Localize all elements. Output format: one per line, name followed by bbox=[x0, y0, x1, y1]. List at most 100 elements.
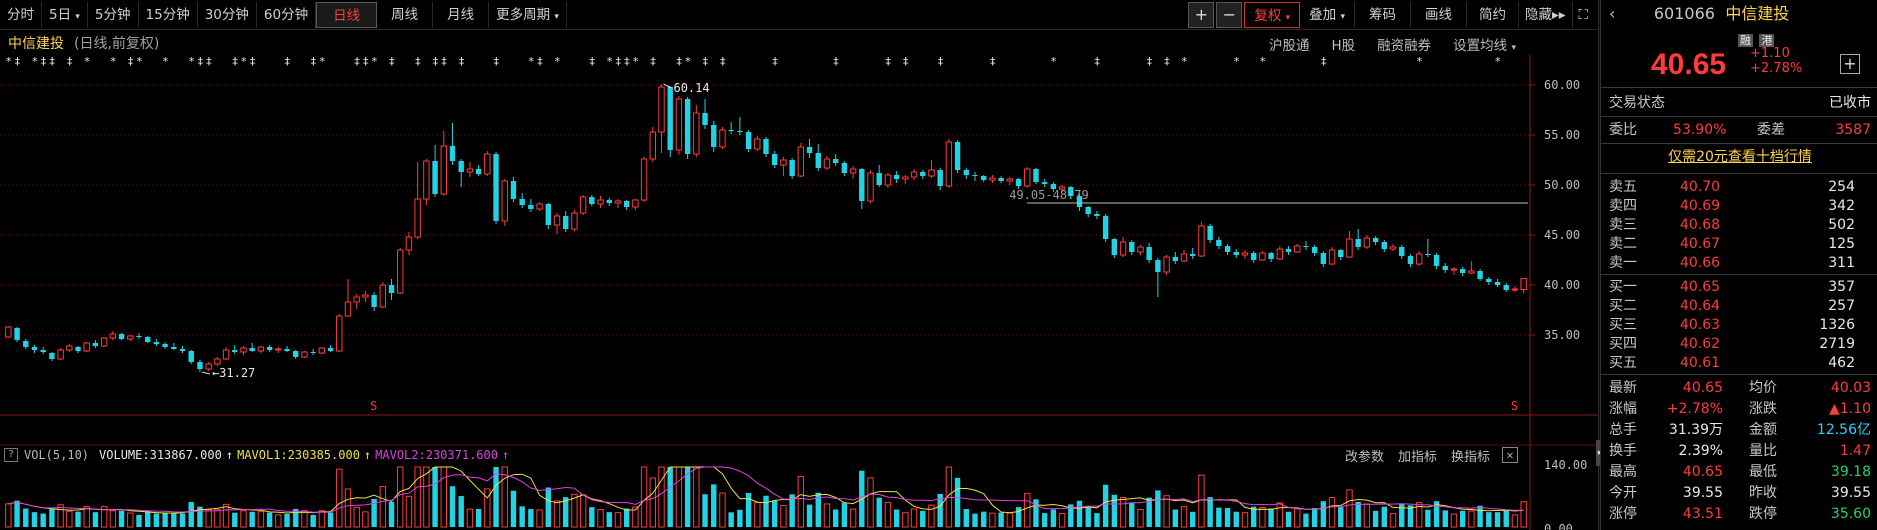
order-book-row[interactable]: 买五 40.61 462 bbox=[1609, 353, 1871, 373]
order-book-row[interactable]: 买一 40.65 357 bbox=[1609, 277, 1871, 297]
order-price: 40.61 bbox=[1680, 355, 1721, 371]
candle bbox=[458, 159, 464, 187]
ma-settings-link[interactable]: 设置均线 ▾ bbox=[1453, 34, 1516, 54]
volume-bar bbox=[1033, 499, 1039, 527]
tab-fenshi[interactable]: 分时 bbox=[0, 1, 42, 28]
stat-label: 换手 bbox=[1609, 443, 1637, 459]
add-watchlist-button[interactable]: + bbox=[1840, 54, 1860, 74]
order-book-row[interactable]: 买四 40.62 2719 bbox=[1609, 334, 1871, 354]
tab-more-periods[interactable]: 更多周期 ▾ bbox=[489, 1, 567, 28]
candle bbox=[1425, 239, 1431, 257]
candle bbox=[31, 345, 38, 353]
tab-5min[interactable]: 5分钟 bbox=[88, 1, 139, 28]
order-book-row[interactable]: 卖二 40.67 125 bbox=[1609, 234, 1871, 254]
volume-bar bbox=[1198, 474, 1205, 528]
stat-value: 35.60 bbox=[1830, 506, 1871, 522]
volume-bar bbox=[711, 484, 717, 527]
tab-weekly[interactable]: 周线 bbox=[377, 1, 434, 28]
fullscreen-button[interactable]: ⛶ bbox=[1573, 2, 1594, 28]
candle bbox=[1285, 246, 1292, 255]
tab-monthly[interactable]: 月线 bbox=[433, 1, 490, 28]
candle bbox=[1207, 224, 1213, 243]
event-marker: ‡ bbox=[702, 55, 709, 68]
order-book-row[interactable]: 卖五 40.70 254 bbox=[1609, 177, 1871, 197]
volume-bar bbox=[14, 500, 20, 527]
candle bbox=[1094, 211, 1100, 219]
event-marker: ‡ bbox=[493, 55, 500, 68]
tab-5day[interactable]: 5日 ▾ bbox=[42, 1, 88, 28]
volume-bar bbox=[162, 512, 168, 527]
back-icon[interactable]: ‹ bbox=[1609, 4, 1615, 23]
switch-indicator-link[interactable]: 换指标 bbox=[1451, 446, 1490, 465]
change-params-link[interactable]: 改参数 bbox=[1345, 446, 1384, 465]
candle bbox=[293, 350, 299, 359]
order-book-row[interactable]: 买二 40.64 257 bbox=[1609, 296, 1871, 316]
simple-button[interactable]: 简约 bbox=[1467, 2, 1519, 28]
order-book-row[interactable]: 卖三 40.68 502 bbox=[1609, 215, 1871, 235]
volume-bar bbox=[414, 466, 421, 528]
volume-bar bbox=[579, 494, 587, 528]
h-share-link[interactable]: H股 bbox=[1332, 34, 1356, 54]
candle bbox=[1241, 250, 1249, 259]
candle bbox=[884, 173, 892, 188]
candle bbox=[1494, 279, 1501, 287]
stat-label: 涨停 bbox=[1609, 506, 1637, 522]
quote-stat-row: 换手 2.39% 量比 1.47 bbox=[1609, 441, 1871, 461]
margin-trading-link[interactable]: 融资融券 bbox=[1377, 34, 1431, 54]
order-book-row[interactable]: 卖一 40.66 311 bbox=[1609, 253, 1871, 273]
candle bbox=[353, 294, 360, 309]
volume-bar bbox=[240, 510, 247, 528]
volume-bar bbox=[440, 466, 447, 528]
volume-bar bbox=[327, 512, 334, 527]
level2-promo-link[interactable]: 仅需20元查看十档行情 bbox=[1668, 149, 1812, 165]
candle bbox=[1041, 179, 1048, 187]
stat-label: 量比 bbox=[1749, 443, 1777, 459]
hide-button[interactable]: 隐藏▸▸ bbox=[1519, 2, 1573, 28]
overlay-button[interactable]: 叠加 ▾ bbox=[1300, 2, 1355, 28]
volume-bar bbox=[388, 501, 395, 527]
divider bbox=[1601, 143, 1877, 144]
volume-bar bbox=[1172, 509, 1179, 527]
event-marker: * bbox=[528, 55, 535, 68]
volume-bar bbox=[397, 466, 404, 528]
event-marker: * bbox=[1495, 55, 1502, 68]
order-volume: 502 bbox=[1828, 217, 1855, 233]
zoom-out-button[interactable]: − bbox=[1216, 2, 1243, 28]
volume-bar bbox=[1468, 510, 1475, 528]
zoom-in-button[interactable]: + bbox=[1188, 2, 1215, 28]
overlay-label: 叠加 bbox=[1309, 7, 1337, 23]
tab-30min[interactable]: 30分钟 bbox=[198, 1, 257, 28]
candle bbox=[1102, 214, 1109, 242]
stat-value: 31.39万 bbox=[1668, 422, 1723, 438]
candle bbox=[910, 169, 918, 180]
draw-line-button[interactable]: 画线 bbox=[1411, 2, 1467, 28]
volume-bar bbox=[1381, 506, 1388, 527]
volume-bar bbox=[1511, 514, 1519, 528]
candle bbox=[780, 157, 787, 176]
event-marker: ‡ bbox=[1320, 55, 1327, 68]
candle bbox=[1399, 245, 1405, 259]
candle bbox=[859, 168, 865, 209]
add-indicator-link[interactable]: 加指标 bbox=[1398, 446, 1437, 465]
candle bbox=[493, 152, 499, 224]
hk-connect-link[interactable]: 沪股通 bbox=[1269, 34, 1310, 54]
order-book-row[interactable]: 卖四 40.69 342 bbox=[1609, 196, 1871, 216]
candle bbox=[876, 165, 882, 187]
order-book-row[interactable]: 买三 40.63 1326 bbox=[1609, 315, 1871, 335]
candle bbox=[1146, 243, 1152, 263]
tab-60min[interactable]: 60分钟 bbox=[257, 1, 317, 28]
period-toolbar: 分时 5日 ▾ 5分钟 15分钟 30分钟 60分钟 日线 周线 月线 更多周期… bbox=[0, 0, 1598, 30]
volume-axis-label: 0.00 bbox=[1544, 522, 1573, 530]
close-icon[interactable]: ✕ bbox=[1502, 447, 1518, 463]
tab-15min[interactable]: 15分钟 bbox=[139, 1, 198, 28]
tab-daily[interactable]: 日线 bbox=[316, 1, 378, 28]
candle bbox=[1303, 241, 1309, 250]
help-icon[interactable]: ? bbox=[4, 448, 18, 462]
volume-bar bbox=[336, 468, 343, 528]
candle bbox=[1468, 261, 1475, 274]
candle bbox=[109, 331, 117, 340]
candle bbox=[1006, 177, 1014, 185]
volume-bar bbox=[606, 512, 612, 527]
adjust-button[interactable]: 复权 ▾ bbox=[1244, 2, 1301, 28]
chips-button[interactable]: 筹码 bbox=[1355, 2, 1411, 28]
